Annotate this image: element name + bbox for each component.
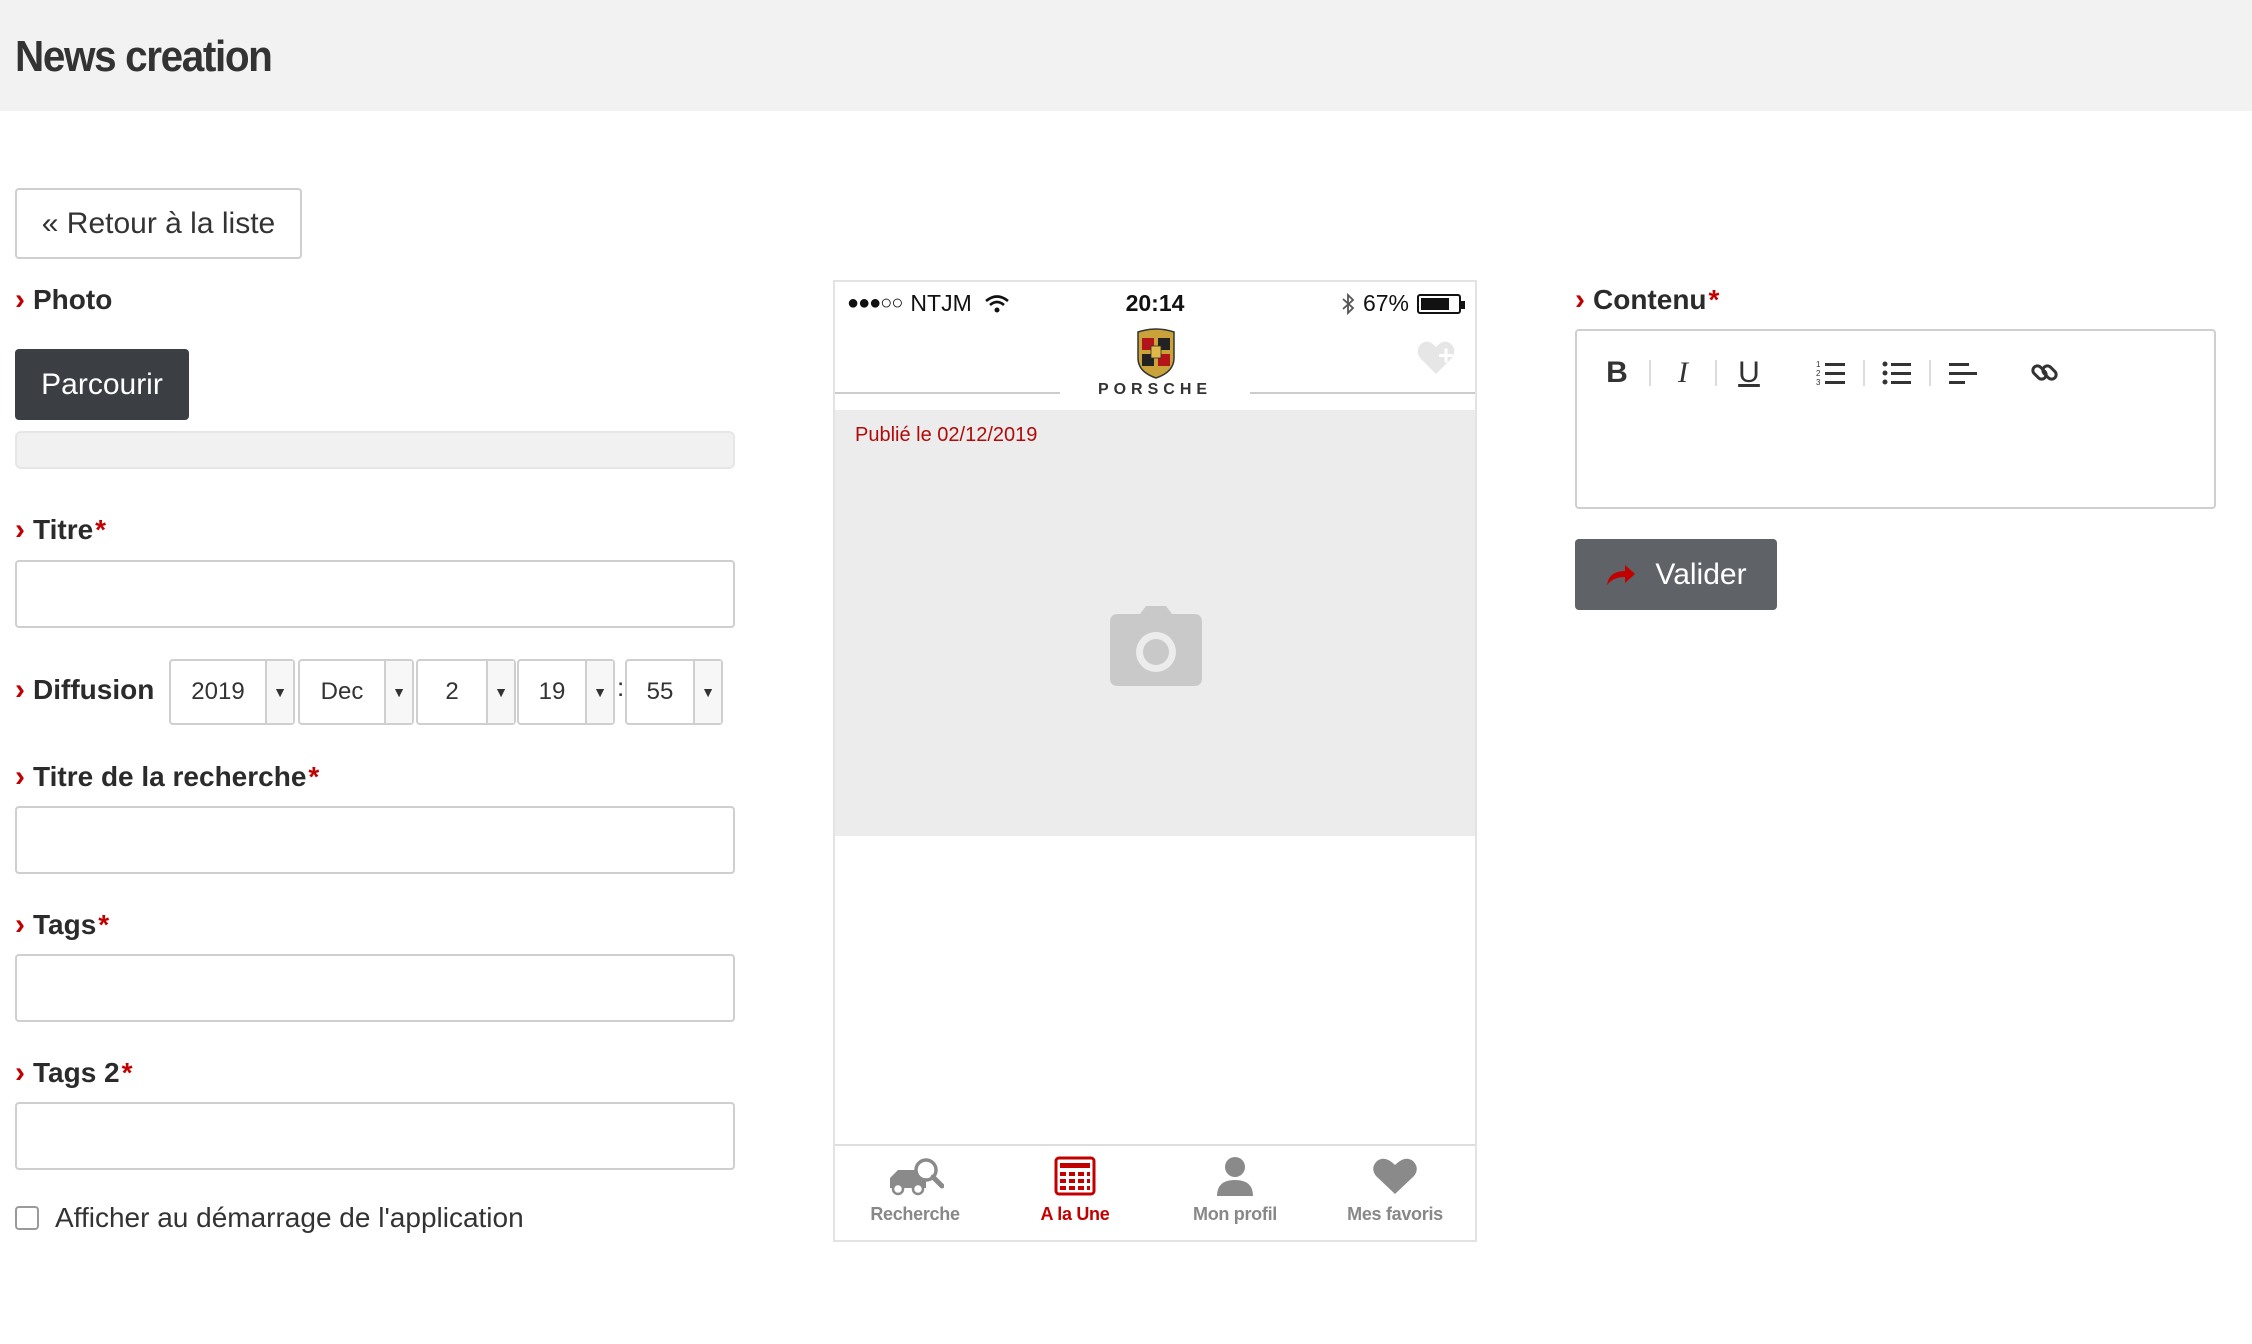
news-preview-area: Publié le 02/12/2019 bbox=[835, 410, 1475, 836]
phone-preview: ●●●○○ NTJM 20:14 67% PORSCHE Publié le 0… bbox=[833, 280, 1477, 1242]
caret-down-icon: ▼ bbox=[585, 661, 613, 723]
tab-recherche[interactable]: Recherche bbox=[835, 1146, 995, 1240]
svg-text:1: 1 bbox=[1816, 360, 1821, 369]
titre-label: › Titre * bbox=[15, 513, 107, 546]
contenu-label: › Contenu * bbox=[1575, 283, 1720, 316]
align-left-icon bbox=[1949, 363, 1977, 384]
toolbar-separator bbox=[1929, 360, 1931, 386]
car-search-icon bbox=[890, 1158, 944, 1196]
camera-icon bbox=[1110, 606, 1202, 686]
chevron-right-icon: › bbox=[1575, 283, 1585, 316]
porsche-crest-logo bbox=[1137, 328, 1175, 379]
diffusion-minute-select[interactable]: 55 ▼ bbox=[625, 659, 723, 725]
italic-button[interactable]: I bbox=[1657, 353, 1709, 393]
ordered-list-button[interactable]: 1 2 3 bbox=[1805, 353, 1857, 393]
toolbar-separator bbox=[1715, 360, 1717, 386]
startup-checkbox-label[interactable]: Afficher au démarrage de l'application bbox=[55, 1202, 524, 1234]
page-title: News creation bbox=[15, 32, 273, 81]
user-icon bbox=[1217, 1157, 1253, 1196]
editor-toolbar: B I U 1 2 3 bbox=[1591, 353, 2071, 393]
upload-progress-bar bbox=[15, 431, 735, 469]
tags2-label: › Tags 2 * bbox=[15, 1056, 133, 1089]
newspaper-icon bbox=[1054, 1156, 1096, 1196]
svg-text:2: 2 bbox=[1816, 369, 1821, 378]
chevron-right-icon: › bbox=[15, 1056, 25, 1089]
titre-input[interactable] bbox=[15, 560, 735, 628]
battery-icon bbox=[1417, 293, 1465, 314]
tags-input[interactable] bbox=[15, 954, 735, 1022]
tab-mon-profil[interactable]: Mon profil bbox=[1155, 1146, 1315, 1240]
chevron-right-icon: › bbox=[15, 513, 25, 546]
chevron-right-icon: › bbox=[15, 760, 25, 793]
published-date: Publié le 02/12/2019 bbox=[855, 424, 1038, 446]
bullet-list-button[interactable] bbox=[1871, 353, 1923, 393]
tags-label: › Tags * bbox=[15, 908, 110, 941]
heart-icon bbox=[1373, 1158, 1417, 1194]
svg-text:3: 3 bbox=[1816, 378, 1821, 387]
page-header: News creation bbox=[0, 0, 2252, 111]
content-editor[interactable]: B I U 1 2 3 bbox=[1575, 329, 2216, 509]
link-button[interactable] bbox=[2019, 353, 2071, 393]
battery-percent: 67% bbox=[1362, 290, 1409, 316]
startup-checkbox[interactable] bbox=[15, 1206, 39, 1230]
chevron-right-icon: › bbox=[15, 673, 25, 706]
chevron-right-icon: › bbox=[15, 908, 25, 941]
add-favorite-heart-icon[interactable] bbox=[1415, 338, 1457, 378]
brand-header: PORSCHE bbox=[835, 324, 1475, 410]
caret-down-icon: ▼ bbox=[486, 661, 514, 723]
photo-label: › Photo bbox=[15, 283, 113, 316]
diffusion-month-select[interactable]: Dec ▼ bbox=[298, 659, 414, 725]
tab-mes-favoris[interactable]: Mes favoris bbox=[1315, 1146, 1475, 1240]
titre-recherche-input[interactable] bbox=[15, 806, 735, 874]
chevron-right-icon: › bbox=[15, 283, 25, 316]
diffusion-year-select[interactable]: 2019 ▼ bbox=[169, 659, 295, 725]
ordered-list-icon: 1 2 3 bbox=[1816, 360, 1845, 387]
align-left-button[interactable] bbox=[1937, 353, 1989, 393]
phone-status-bar: ●●●○○ NTJM 20:14 67% bbox=[835, 282, 1475, 324]
diffusion-day-select[interactable]: 2 ▼ bbox=[416, 659, 516, 725]
tags2-input[interactable] bbox=[15, 1102, 735, 1170]
bluetooth-icon bbox=[1342, 292, 1355, 315]
browse-button[interactable]: Parcourir bbox=[15, 349, 189, 420]
diffusion-label: › Diffusion bbox=[15, 673, 155, 706]
time-separator: : bbox=[617, 672, 625, 702]
bullet-list-icon bbox=[1882, 361, 1911, 385]
tab-a-la-une[interactable]: A la Une bbox=[995, 1146, 1155, 1240]
underline-button[interactable]: U bbox=[1723, 353, 1775, 393]
share-arrow-icon bbox=[1607, 564, 1636, 585]
bold-button[interactable]: B bbox=[1591, 353, 1643, 393]
link-icon bbox=[2031, 364, 2058, 381]
brand-wordmark: PORSCHE bbox=[1097, 381, 1213, 398]
toolbar-separator bbox=[1649, 360, 1651, 386]
back-to-list-button[interactable]: « Retour à la liste bbox=[15, 188, 302, 259]
submit-button[interactable]: Valider bbox=[1575, 539, 1777, 610]
startup-checkbox-row[interactable]: Afficher au démarrage de l'application bbox=[15, 1202, 524, 1234]
caret-down-icon: ▼ bbox=[384, 661, 412, 723]
caret-down-icon: ▼ bbox=[693, 661, 721, 723]
diffusion-hour-select[interactable]: 19 ▼ bbox=[517, 659, 615, 725]
caret-down-icon: ▼ bbox=[265, 661, 293, 723]
toolbar-separator bbox=[1863, 360, 1865, 386]
titre-recherche-label: › Titre de la recherche * bbox=[15, 760, 320, 793]
phone-tab-bar: Recherche A la Une Mon profil Mes favori… bbox=[835, 1144, 1475, 1240]
